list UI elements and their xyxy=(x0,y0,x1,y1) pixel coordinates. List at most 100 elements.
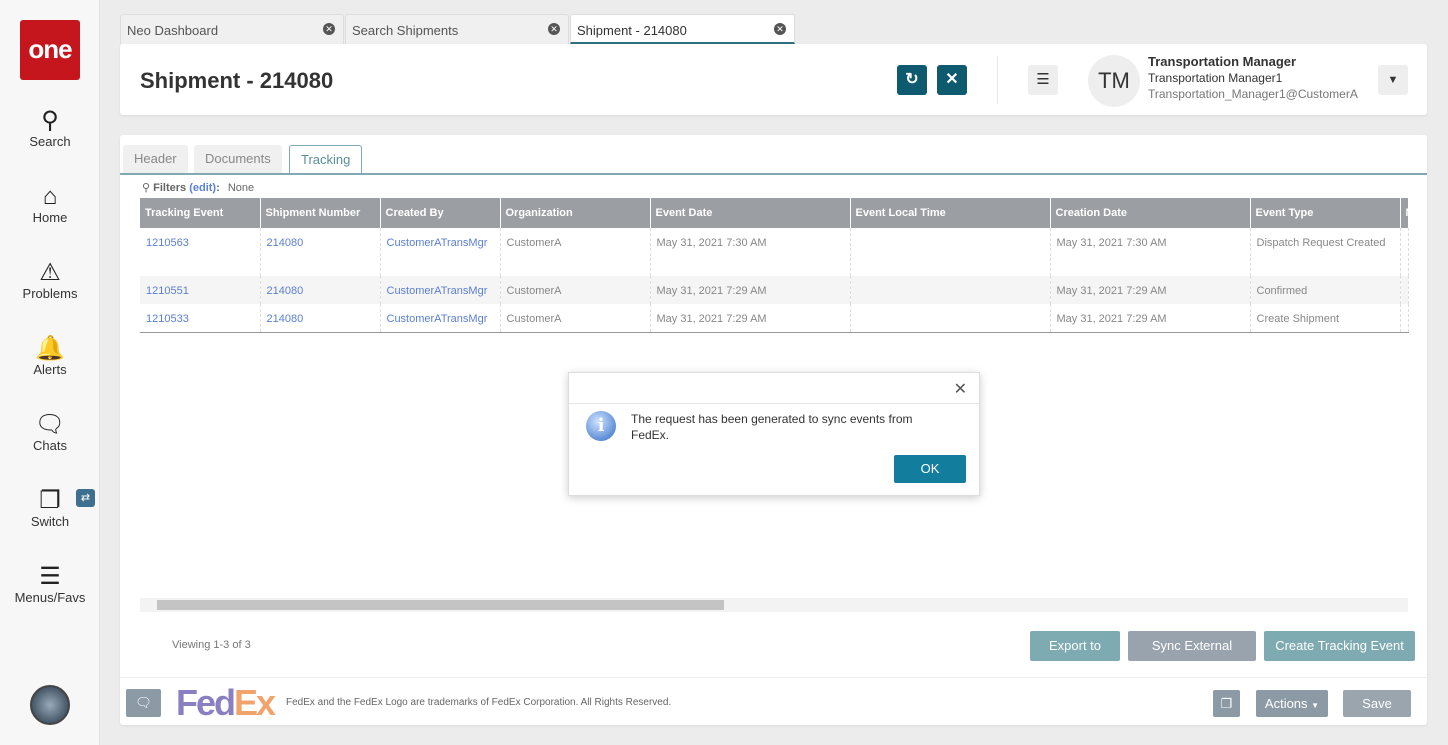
filters-edit-link[interactable]: (edit) xyxy=(189,182,216,194)
tab-documents[interactable]: Documents xyxy=(194,145,282,173)
nav-label: Chats xyxy=(33,438,67,453)
user-email: Transportation_Manager1@CustomerA xyxy=(1148,87,1358,101)
tracking-table: Tracking Event Shipment Number Created B… xyxy=(140,198,1409,333)
save-button[interactable]: Save xyxy=(1343,690,1411,717)
organization-cell: CustomerA xyxy=(500,228,651,276)
column-header[interactable]: Creation Date xyxy=(1050,198,1251,228)
tab-search-shipments[interactable]: Search Shipments ✕ xyxy=(345,14,569,44)
tracking-event-link[interactable]: 1210533 xyxy=(140,304,261,333)
close-icon[interactable]: ✕ xyxy=(323,23,335,35)
divider xyxy=(569,403,979,404)
column-header[interactable]: Event Date xyxy=(650,198,851,228)
column-header[interactable]: Created By xyxy=(380,198,501,228)
tab-label: Search Shipments xyxy=(352,23,459,38)
filters-label: Filters xyxy=(153,182,187,194)
event-type-cell: Confirmed xyxy=(1250,276,1401,304)
shipment-number-link[interactable]: 214080 xyxy=(260,304,381,333)
menu-button[interactable]: ☰ xyxy=(1028,65,1058,95)
created-by-link[interactable]: CustomerATransMgr xyxy=(380,304,501,333)
tracking-event-link[interactable]: 1210551 xyxy=(140,276,261,304)
shipment-number-link[interactable]: 214080 xyxy=(260,228,381,276)
horizontal-scrollbar[interactable] xyxy=(140,598,1408,612)
created-by-link[interactable]: CustomerATransMgr xyxy=(380,228,501,276)
chat-icon: 🗨 xyxy=(34,411,66,438)
tab-label: Neo Dashboard xyxy=(127,23,219,38)
shipment-number-link[interactable]: 214080 xyxy=(260,276,381,304)
copy-button[interactable]: ❐ xyxy=(1213,690,1240,717)
table-row: 1210563 214080 CustomerATransMgr Custome… xyxy=(140,228,1409,276)
table-header: Tracking Event Shipment Number Created B… xyxy=(140,198,1409,228)
creation-date-cell: May 31, 2021 7:30 AM xyxy=(1050,228,1251,276)
warning-icon: ⚠ xyxy=(39,259,61,286)
copy-icon: ❐ xyxy=(1220,696,1233,711)
event-type-cell: Dispatch Request Created xyxy=(1250,228,1401,276)
fedex-logo: FedEx xyxy=(176,682,276,723)
close-icon[interactable]: ✕ xyxy=(548,23,560,35)
user-role: Transportation Manager xyxy=(1148,54,1297,69)
button-label: Create Tracking Event xyxy=(1275,638,1404,653)
nav-label: Problems xyxy=(22,286,78,301)
switch-badge-icon: ⇄ xyxy=(76,489,95,507)
event-date-cell: May 31, 2021 7:29 AM xyxy=(650,276,851,304)
truncated-cell xyxy=(1400,276,1409,304)
export-csv-button[interactable]: Export to CSV xyxy=(1030,631,1120,683)
scrollbar-thumb[interactable] xyxy=(157,600,724,610)
table-row: 1210551 214080 CustomerATransMgr Custome… xyxy=(140,276,1409,304)
close-button[interactable]: ✕ xyxy=(937,65,967,95)
actions-button[interactable]: Actions ▼ xyxy=(1256,690,1328,717)
table-row: 1210533 214080 CustomerATransMgr Custome… xyxy=(140,304,1409,333)
close-icon[interactable]: ✕ xyxy=(774,23,786,35)
user-name: Transportation Manager1 xyxy=(1148,71,1283,85)
avatar: TM xyxy=(1088,55,1140,107)
assistant-avatar[interactable] xyxy=(30,685,70,725)
column-header[interactable]: Event Type xyxy=(1250,198,1401,228)
home-icon: ⌂ xyxy=(42,183,58,210)
tab-underline xyxy=(120,173,1427,175)
event-type-cell: Create Shipment xyxy=(1250,304,1401,333)
event-date-cell: May 31, 2021 7:30 AM xyxy=(650,228,851,276)
tracking-event-link[interactable]: 1210563 xyxy=(140,228,261,276)
creation-date-cell: May 31, 2021 7:29 AM xyxy=(1050,276,1251,304)
event-local-time-cell xyxy=(850,276,1051,304)
column-header[interactable]: Shipment Number xyxy=(260,198,381,228)
sidebar-item-chats[interactable]: 🗨 Chats xyxy=(0,411,100,454)
tab-header[interactable]: Header xyxy=(123,145,188,173)
create-tracking-event-button[interactable]: Create Tracking Event ▼ xyxy=(1264,631,1415,682)
event-local-time-cell xyxy=(850,228,1051,276)
tab-shipment[interactable]: Shipment - 214080 ✕ xyxy=(570,14,795,44)
sidebar-item-search[interactable]: ⚲ Search xyxy=(0,107,100,150)
nav-label: Home xyxy=(32,210,68,225)
column-header[interactable]: N xyxy=(1400,198,1409,228)
divider xyxy=(997,56,998,104)
viewing-count: Viewing 1-3 of 3 xyxy=(172,639,251,651)
sidebar-item-alerts[interactable]: 🔔 Alerts xyxy=(0,336,100,378)
chat-button[interactable]: 🗨 xyxy=(126,689,161,717)
chat-icon: 🗨 xyxy=(135,695,152,710)
truncated-cell xyxy=(1400,304,1409,333)
nav-label: Alerts xyxy=(33,362,67,377)
tab-tracking[interactable]: Tracking xyxy=(289,145,363,174)
divider xyxy=(120,677,1427,678)
app-logo[interactable]: one xyxy=(20,20,80,80)
column-header[interactable]: Tracking Event xyxy=(140,198,261,228)
sync-external-events-button[interactable]: Sync External Events xyxy=(1128,631,1256,683)
nav-label: Menus/Favs xyxy=(14,590,86,605)
sidebar-item-problems[interactable]: ⚠ Problems xyxy=(0,259,100,302)
search-icon: ⚲ xyxy=(41,107,59,134)
info-icon: i xyxy=(586,411,616,441)
refresh-button[interactable]: ↻ xyxy=(897,65,927,95)
dialog-close-icon[interactable]: ✕ xyxy=(954,379,967,399)
column-header[interactable]: Organization xyxy=(500,198,651,228)
sidebar-item-home[interactable]: ⌂ Home xyxy=(0,183,100,226)
nav-label: Switch xyxy=(30,514,70,529)
created-by-link[interactable]: CustomerATransMgr xyxy=(380,276,501,304)
page-header: Shipment - 214080 ↻ ✕ ☰ TM Transportatio… xyxy=(120,44,1427,115)
event-date-cell: May 31, 2021 7:29 AM xyxy=(650,304,851,333)
sidebar-item-menus[interactable]: ☰ Menus/Favs xyxy=(0,564,100,606)
ok-button[interactable]: OK xyxy=(894,455,966,483)
tab-neo-dashboard[interactable]: Neo Dashboard ✕ xyxy=(120,14,344,44)
tab-label: Shipment - 214080 xyxy=(577,23,687,38)
column-header[interactable]: Event Local Time xyxy=(850,198,1051,228)
user-menu-chevron-icon[interactable]: ▼ xyxy=(1378,65,1408,95)
creation-date-cell: May 31, 2021 7:29 AM xyxy=(1050,304,1251,333)
